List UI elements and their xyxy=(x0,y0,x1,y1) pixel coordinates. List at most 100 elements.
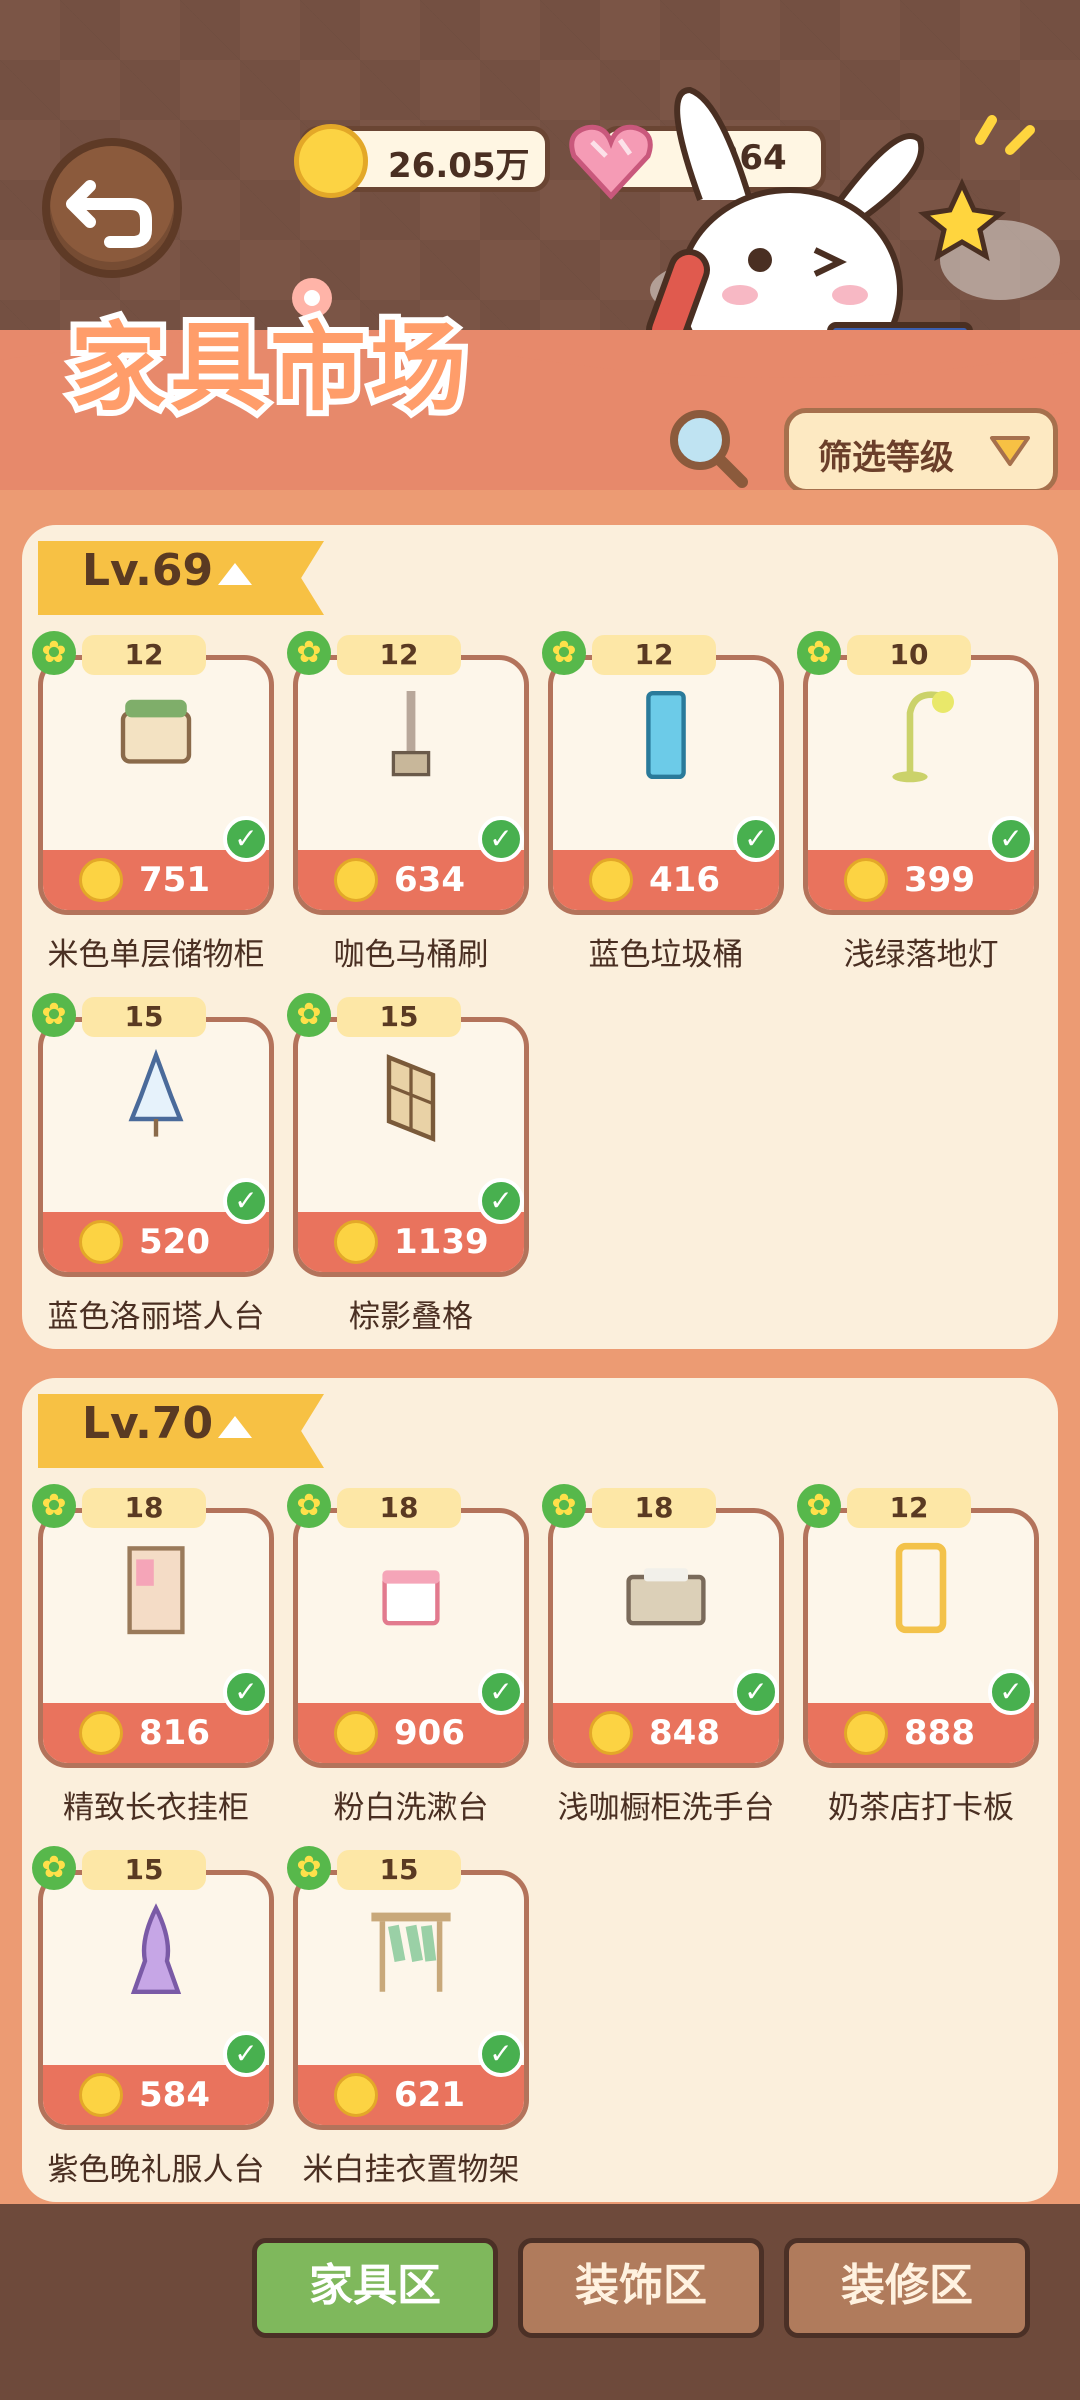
furniture-image xyxy=(356,1895,466,2009)
owned-check-icon: ✓ xyxy=(223,816,269,862)
furniture-card[interactable]: 584 ✓ xyxy=(38,1870,274,2130)
required-level-badge: 15 xyxy=(337,997,461,1037)
item-price: 416 xyxy=(649,860,720,900)
item-price: 399 xyxy=(904,860,975,900)
item-name: 蓝色垃圾桶 xyxy=(588,937,744,973)
required-level-badge: 18 xyxy=(592,1488,716,1528)
furniture-card[interactable]: 888 ✓ xyxy=(803,1508,1039,1768)
owned-check-icon: ✓ xyxy=(733,1669,779,1715)
coin-icon xyxy=(334,1711,378,1755)
furniture-image xyxy=(101,1895,211,2009)
coin-icon xyxy=(589,858,633,902)
item-name: 米色单层储物柜 xyxy=(47,937,265,973)
item-name: 粉白洗漱台 xyxy=(333,1790,489,1826)
item-name: 蓝色洛丽塔人台 xyxy=(47,1299,265,1335)
item-price: 906 xyxy=(394,1713,465,1753)
furniture-image xyxy=(101,1533,211,1647)
coin-icon xyxy=(334,858,378,902)
furniture-card[interactable]: 621 ✓ xyxy=(293,1870,529,2130)
required-level-badge: 18 xyxy=(337,1488,461,1528)
coin-icon xyxy=(334,1220,378,1264)
item-price: 1139 xyxy=(394,1222,489,1262)
back-button[interactable] xyxy=(42,138,182,278)
clover-icon: ✿ xyxy=(287,1484,331,1528)
furniture-image xyxy=(866,1533,976,1647)
coin-amount: 26.05万 xyxy=(388,146,530,186)
item-price: 520 xyxy=(139,1222,210,1262)
item-price: 888 xyxy=(904,1713,975,1753)
item-name: 咖色马桶刷 xyxy=(333,937,489,973)
chevron-down-icon xyxy=(988,432,1032,472)
required-level-badge: 12 xyxy=(592,635,716,675)
required-level-badge: 12 xyxy=(82,635,206,675)
furniture-image xyxy=(356,1042,466,1156)
search-icon[interactable] xyxy=(664,404,754,498)
furniture-image xyxy=(611,680,721,794)
owned-check-icon: ✓ xyxy=(988,1669,1034,1715)
clover-icon: ✿ xyxy=(287,1846,331,1890)
furniture-image xyxy=(101,680,211,794)
clover-icon: ✿ xyxy=(32,1846,76,1890)
required-level-badge: 15 xyxy=(82,997,206,1037)
required-level-badge: 12 xyxy=(847,1488,971,1528)
owned-check-icon: ✓ xyxy=(223,1178,269,1224)
clover-icon: ✿ xyxy=(287,993,331,1037)
furniture-card[interactable]: 1139 ✓ xyxy=(293,1017,529,1277)
owned-check-icon: ✓ xyxy=(733,816,779,862)
coin-icon xyxy=(589,1711,633,1755)
coin-icon xyxy=(79,2073,123,2117)
required-level-badge: 15 xyxy=(82,1850,206,1890)
coin-icon xyxy=(294,124,368,198)
back-arrow-icon xyxy=(66,180,152,248)
furniture-image xyxy=(356,680,466,794)
item-name: 奶茶店打卡板 xyxy=(828,1790,1014,1826)
item-name: 紫色晚礼服人台 xyxy=(47,2152,265,2188)
furniture-image xyxy=(101,1042,211,1156)
furniture-card[interactable]: 416 ✓ xyxy=(548,655,784,915)
owned-check-icon: ✓ xyxy=(478,1669,524,1715)
item-name: 浅绿落地灯 xyxy=(843,937,999,973)
owned-check-icon: ✓ xyxy=(223,2031,269,2077)
furniture-card[interactable]: 520 ✓ xyxy=(38,1017,274,1277)
clover-icon: ✿ xyxy=(542,631,586,675)
tab-2[interactable]: 装修区 xyxy=(784,2238,1030,2338)
page-title: 家具市场 xyxy=(64,306,472,430)
furniture-card[interactable]: 848 ✓ xyxy=(548,1508,784,1768)
coin-icon xyxy=(79,1220,123,1264)
furniture-card[interactable]: 816 ✓ xyxy=(38,1508,274,1768)
furniture-image xyxy=(356,1533,466,1647)
owned-check-icon: ✓ xyxy=(223,1669,269,1715)
coin-icon xyxy=(79,1711,123,1755)
item-price: 848 xyxy=(649,1713,720,1753)
item-price: 816 xyxy=(139,1713,210,1753)
item-price: 751 xyxy=(139,860,210,900)
tab-1[interactable]: 装饰区 xyxy=(518,2238,764,2338)
furniture-card[interactable]: 751 ✓ xyxy=(38,655,274,915)
item-name: 棕影叠格 xyxy=(349,1299,473,1335)
item-name: 米白挂衣置物架 xyxy=(302,2152,520,2188)
level-collapse-icon[interactable] xyxy=(214,559,256,593)
level-label: Lv.70 xyxy=(82,1398,214,1449)
level-label: Lv.69 xyxy=(82,545,214,596)
owned-check-icon: ✓ xyxy=(478,2031,524,2077)
item-name: 浅咖橱柜洗手台 xyxy=(557,1790,775,1826)
tab-0[interactable]: 家具区 xyxy=(252,2238,498,2338)
filter-level-label: 筛选等级 xyxy=(818,438,954,478)
furniture-card[interactable]: 399 ✓ xyxy=(803,655,1039,915)
coin-icon xyxy=(79,858,123,902)
furniture-image xyxy=(866,680,976,794)
owned-check-icon: ✓ xyxy=(478,1178,524,1224)
furniture-card[interactable]: 634 ✓ xyxy=(293,655,529,915)
item-price: 584 xyxy=(139,2075,210,2115)
coin-icon xyxy=(844,858,888,902)
required-level-badge: 12 xyxy=(337,635,461,675)
owned-check-icon: ✓ xyxy=(988,816,1034,862)
owned-check-icon: ✓ xyxy=(478,816,524,862)
level-collapse-icon[interactable] xyxy=(214,1412,256,1446)
clover-icon: ✿ xyxy=(797,1484,841,1528)
item-price: 634 xyxy=(394,860,465,900)
clover-icon: ✿ xyxy=(287,631,331,675)
clover-icon: ✿ xyxy=(542,1484,586,1528)
clover-icon: ✿ xyxy=(32,993,76,1037)
furniture-card[interactable]: 906 ✓ xyxy=(293,1508,529,1768)
